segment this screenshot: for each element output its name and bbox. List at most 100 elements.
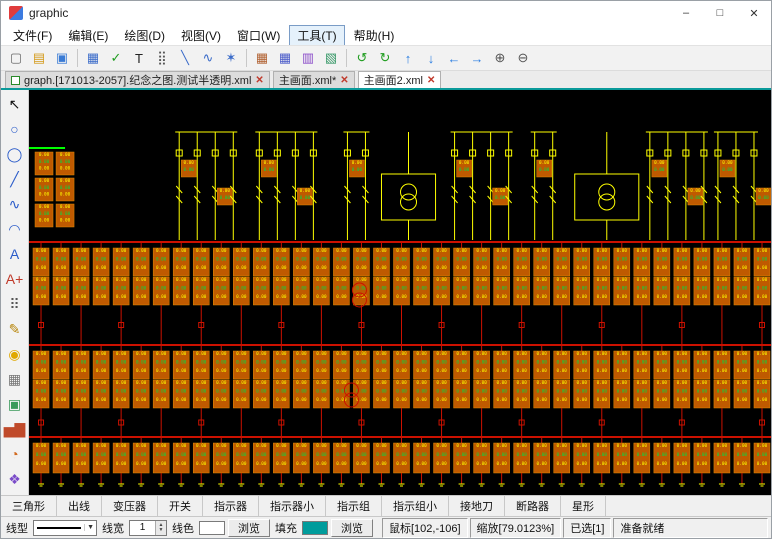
layers-icon[interactable]: ▧ (320, 47, 342, 69)
line-tool[interactable]: ╱ (3, 167, 27, 191)
select-cursor-tool[interactable]: ↖ (3, 92, 27, 116)
svg-text:0.00: 0.00 (757, 286, 768, 292)
shape-breaker-button[interactable]: 断路器 (505, 496, 561, 516)
menu-item-6[interactable]: 工具(T) (289, 25, 344, 46)
svg-text:0.00: 0.00 (737, 286, 748, 292)
svg-text:0.00: 0.00 (184, 160, 195, 166)
tab-2[interactable]: 主画面.xml*✕ (273, 71, 355, 88)
svg-text:0.00: 0.00 (216, 461, 227, 467)
shape-indicator-group-small-button[interactable]: 指示组小 (382, 496, 449, 516)
node-edit-tool[interactable]: ⠿ (3, 292, 27, 316)
ellipse-tool[interactable]: ◯ (3, 142, 27, 166)
svg-text:0.00: 0.00 (516, 248, 527, 254)
chart-panel-icon[interactable]: ▥ (297, 47, 319, 69)
tab-1[interactable]: graph.[171013-2057].纪念之图.测试半透明.xml ✕ (5, 71, 270, 88)
text-plus-tool[interactable]: A+ (3, 267, 27, 291)
image-tool[interactable]: ▣ (3, 392, 27, 416)
pie-chart-tool[interactable]: ◔ (3, 442, 27, 466)
arc-tool[interactable]: ◠ (3, 217, 27, 241)
polyline-tool[interactable]: ∿ (3, 192, 27, 216)
save-icon[interactable]: ▣ (51, 47, 73, 69)
fill-color-swatch[interactable] (302, 521, 328, 535)
zoom-in-icon[interactable]: ⊕ (489, 47, 511, 69)
zoom-out-icon[interactable]: ⊖ (512, 47, 534, 69)
circle-tool[interactable]: ○ (3, 117, 27, 141)
svg-text:0.00: 0.00 (296, 380, 307, 386)
minimize-button[interactable]: – (669, 1, 703, 25)
open-folder-icon[interactable]: ▤ (28, 47, 50, 69)
shape-star-button[interactable]: 星形 (561, 496, 606, 516)
svg-text:0.00: 0.00 (637, 452, 648, 458)
shape-switch-button[interactable]: 开关 (158, 496, 203, 516)
menu-item-2[interactable]: 编辑(E) (61, 26, 115, 45)
left-arrow-icon[interactable]: ← (443, 47, 465, 69)
polyline-tool-icon[interactable]: ∿ (197, 47, 219, 69)
apply-check-icon[interactable]: ✓ (105, 47, 127, 69)
svg-text:0.00: 0.00 (296, 461, 307, 467)
new-file-icon[interactable]: ▢ (5, 47, 27, 69)
svg-text:0.00: 0.00 (496, 452, 507, 458)
close-button[interactable]: ✕ (737, 1, 771, 25)
line-width-stepper[interactable]: 1 ▲ ▼ (129, 520, 167, 536)
menu-item-5[interactable]: 窗口(W) (230, 26, 287, 45)
svg-text:0.00: 0.00 (416, 368, 427, 374)
text-tool-icon[interactable]: T (128, 47, 150, 69)
line-tool-icon[interactable]: ╲ (174, 47, 196, 69)
shape-indicator-button[interactable]: 指示器 (203, 496, 259, 516)
line-color-swatch[interactable] (199, 521, 225, 535)
menu-item-4[interactable]: 视图(V) (174, 26, 228, 45)
pencil-tool[interactable]: ✎ (3, 317, 27, 341)
svg-text:0.00: 0.00 (757, 257, 768, 263)
svg-text:0.00: 0.00 (597, 286, 608, 292)
tab-close-icon[interactable]: ✕ (427, 75, 435, 86)
svg-text:0.00: 0.00 (276, 286, 287, 292)
svg-text:0.00: 0.00 (352, 167, 363, 173)
browse-fill-color-button[interactable]: 浏览 (331, 519, 373, 537)
menu-item-3[interactable]: 绘图(D) (117, 26, 172, 45)
svg-text:0.00: 0.00 (136, 286, 147, 292)
points-icon[interactable]: ⣿ (151, 47, 173, 69)
table-blue-icon[interactable]: ▦ (274, 47, 296, 69)
text-tool[interactable]: A (3, 242, 27, 266)
menu-item-7[interactable]: 帮助(H) (347, 26, 402, 45)
svg-text:0.00: 0.00 (539, 167, 550, 173)
bulb-tool[interactable]: ◉ (3, 342, 27, 366)
svg-text:0.00: 0.00 (76, 452, 87, 458)
svg-text:0.00: 0.00 (537, 452, 548, 458)
tab-label: graph.[171013-2057].纪念之图.测试半透明.xml (24, 72, 251, 88)
svg-text:0.00: 0.00 (116, 368, 127, 374)
redo-icon[interactable]: ↻ (374, 47, 396, 69)
shape-outgoing-line-button[interactable]: 出线 (57, 496, 102, 516)
tab-close-icon[interactable]: ✕ (255, 75, 263, 86)
palette-tool[interactable]: ❖ (3, 467, 27, 491)
shape-transformer-button[interactable]: 变压器 (102, 496, 158, 516)
down-arrow-icon[interactable]: ↓ (420, 47, 442, 69)
shape-indicator-small-button[interactable]: 指示器小 (259, 496, 326, 516)
up-arrow-icon[interactable]: ↑ (397, 47, 419, 69)
maximize-button[interactable]: □ (703, 1, 737, 25)
chevron-down-icon[interactable]: ▼ (84, 524, 96, 531)
tab-close-icon[interactable]: ✕ (340, 75, 348, 86)
tab-3[interactable]: 主画面2.xml✕ (358, 71, 442, 88)
bar-chart-tool[interactable]: ▅▇ (3, 417, 27, 441)
right-arrow-icon[interactable]: → (466, 47, 488, 69)
svg-text:0.00: 0.00 (56, 277, 67, 283)
svg-text:0.00: 0.00 (516, 360, 527, 366)
svg-text:0.00: 0.00 (537, 380, 548, 386)
star-tool-icon[interactable]: ✶ (220, 47, 242, 69)
toolbar-separator (246, 49, 247, 67)
drawing-canvas[interactable]: 0.00 0.00 0.00 0.00 0.00 0.00 0.00 0.00 0.00 0.00… (29, 90, 771, 495)
line-type-select[interactable]: ▼ (33, 520, 97, 536)
shape-triangle-button[interactable]: 三角形 (1, 496, 57, 516)
stepper-down-icon[interactable]: ▼ (159, 528, 164, 533)
undo-icon[interactable]: ↺ (351, 47, 373, 69)
shape-ground-switch-button[interactable]: 接地刀 (449, 496, 505, 516)
shape-indicator-group-button[interactable]: 指示组 (326, 496, 382, 516)
menu-item-1[interactable]: 文件(F) (6, 26, 59, 45)
snap-grid-tool[interactable]: ▦ (3, 367, 27, 391)
grid-icon[interactable]: ▦ (82, 47, 104, 69)
browse-line-color-button[interactable]: 浏览 (228, 519, 270, 537)
stepper-buttons[interactable]: ▲ ▼ (155, 521, 166, 535)
table-orange-icon[interactable]: ▦ (251, 47, 273, 69)
svg-text:0.00: 0.00 (376, 257, 387, 263)
